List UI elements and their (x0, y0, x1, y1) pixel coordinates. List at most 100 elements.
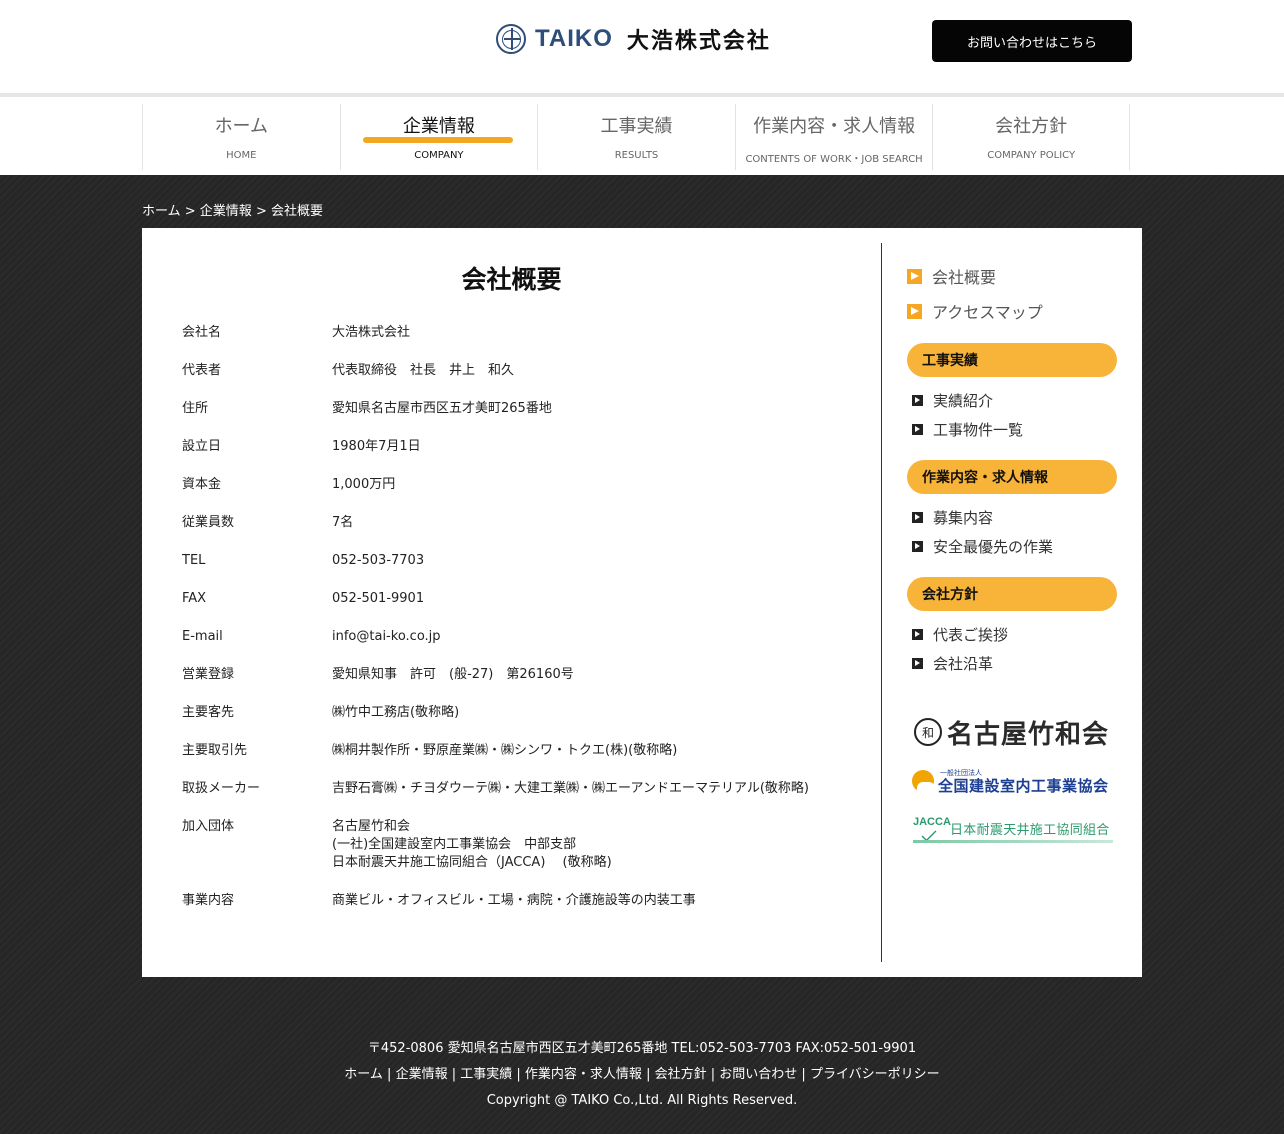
badge-text: 日本耐震天井施工協同組合 (950, 823, 1110, 838)
nav-item-company[interactable]: 企業情報 COMPANY (339, 104, 538, 170)
sidebar-link-label: 会社沿革 (933, 654, 994, 673)
nav-item-policy[interactable]: 会社方針 COMPANY POLICY (932, 104, 1130, 170)
row-value-line: (一社)全国建設室内工事業協会 中部支部 (332, 837, 577, 852)
row-key: 設立日 (182, 439, 222, 454)
table-row: 従業員数 7名 (182, 514, 862, 532)
breadcrumb-separator: > (180, 204, 200, 219)
row-key: E-mail (182, 629, 223, 644)
contact-button[interactable]: お問い合わせはこちら (932, 20, 1132, 62)
footer-separator: | (706, 1067, 720, 1082)
row-value-line: 名古屋竹和会 (332, 819, 411, 834)
table-row: 営業登録 愛知県知事 許可 (般-27) 第26160号 (182, 666, 862, 684)
nav-item-work-jobs[interactable]: 作業内容・求人情報 CONTENTS OF WORK・JOB SEARCH (734, 104, 933, 170)
breadcrumb-company[interactable]: 企業情報 (200, 204, 252, 219)
breadcrumb: ホーム > 企業情報 > 会社概要 (142, 200, 323, 219)
row-key: TEL (182, 553, 206, 568)
footer-copyright: Copyright @ TAIKO Co.,Ltd. All Rights Re… (486, 1093, 798, 1108)
sidebar-link-recruitment[interactable]: 募集内容 (912, 507, 993, 527)
row-value: 商業ビル・オフィスビル・工場・病院・介護施設等の内装工事 (332, 893, 696, 908)
table-row: 取扱メーカー 吉野石膏㈱・チヨダウーテ㈱・大建工業㈱・㈱エーアンドエーマテリアル(… (182, 780, 862, 798)
badge-text: 名古屋竹和会 (947, 719, 1110, 750)
footer-link-contact[interactable]: お問い合わせ (719, 1067, 797, 1082)
sidebar-link-label: 工事物件一覧 (933, 420, 1024, 439)
row-value: 愛知県名古屋市西区五才美町265番地 (332, 401, 552, 416)
table-row: 設立日 1980年7月1日 (182, 438, 862, 456)
row-key: 主要取引先 (182, 743, 248, 758)
nav-label: 工事実績 (600, 116, 673, 137)
nav-sublabel: CONTENTS OF WORK・JOB SEARCH (745, 154, 923, 165)
sidebar-link-history[interactable]: 会社沿革 (912, 653, 993, 673)
vertical-divider (881, 243, 882, 962)
sidebar-link-access-map[interactable]: アクセスマップ (907, 300, 1043, 322)
row-value-multiline: 名古屋竹和会 (一社)全国建設室内工事業協会 中部支部 日本耐震天井施工協同組合… (332, 818, 862, 872)
row-value: 1980年7月1日 (332, 439, 421, 454)
row-value-email[interactable]: info@tai-ko.co.jp (332, 628, 862, 646)
row-key: 従業員数 (182, 515, 235, 530)
row-key: 営業登録 (182, 667, 235, 682)
footer-link-results[interactable]: 工事実績 (460, 1067, 512, 1082)
arrow-square-icon (912, 540, 923, 552)
row-value: 052-501-9901 (332, 591, 425, 606)
footer-separator: | (797, 1067, 810, 1082)
nagoya-chikuwakai-logo[interactable]: 和 名古屋竹和会 (914, 714, 1109, 750)
row-value: 愛知県知事 許可 (般-27) 第26160号 (332, 667, 574, 682)
footer-link-policy[interactable]: 会社方針 (655, 1067, 707, 1082)
arrow-square-icon (912, 423, 923, 435)
active-underline (362, 137, 513, 143)
row-key: 会社名 (182, 325, 222, 340)
sidebar-heading-policy: 会社方針 (907, 577, 1117, 611)
table-row: 主要取引先 ㈱桐井製作所・野原産業㈱・㈱シンワ・トクエ(株)(敬称略) (182, 742, 862, 760)
chikuwakai-mark-icon: 和 (914, 718, 942, 746)
site-footer: 〒452-0806 愛知県名古屋市西区五才美町265番地 TEL:052-503… (0, 1040, 1284, 1118)
arrow-square-icon (912, 628, 923, 640)
footer-separator: | (512, 1067, 525, 1082)
row-key: 取扱メーカー (182, 781, 261, 796)
arrow-square-icon (912, 511, 923, 523)
row-key: 加入団体 (182, 819, 235, 834)
table-row: 事業内容 商業ビル・オフィスビル・工場・病院・介護施設等の内装工事 (182, 892, 862, 910)
sidebar-link-results-intro[interactable]: 実績紹介 (912, 390, 993, 410)
nav-item-results[interactable]: 工事実績 RESULTS (537, 104, 735, 170)
table-row: 加入団体 名古屋竹和会 (一社)全国建設室内工事業協会 中部支部 日本耐震天井施… (182, 818, 862, 872)
footer-separator: | (641, 1067, 655, 1082)
footer-address: 〒452-0806 愛知県名古屋市西区五才美町265番地 TEL:052-503… (367, 1041, 917, 1056)
global-nav: ホーム HOME 企業情報 COMPANY 工事実績 RESULTS 作業内容・… (0, 93, 1284, 175)
badge-text: 全国建設室内工事業協会 (938, 777, 1109, 795)
table-row: 資本金 1,000万円 (182, 476, 862, 494)
sidebar-link-safety[interactable]: 安全最優先の作業 (912, 536, 1053, 556)
site-logo[interactable]: TAIKO 大浩株式会社 (496, 22, 771, 56)
sidebar-link-greeting[interactable]: 代表ご挨拶 (912, 624, 1008, 644)
row-value: ㈱桐井製作所・野原産業㈱・㈱シンワ・トクエ(株)(敬称略) (332, 743, 678, 758)
sidebar-heading-results: 工事実績 (907, 343, 1117, 377)
footer-link-work-jobs[interactable]: 作業内容・求人情報 (525, 1067, 642, 1082)
interior-association-logo[interactable]: 一般社団法人 全国建設室内工事業協会 (912, 768, 1112, 798)
breadcrumb-home[interactable]: ホーム (142, 204, 181, 219)
table-row: 主要客先 ㈱竹中工務店(敬称略) (182, 704, 862, 722)
row-key: 住所 (182, 401, 209, 416)
breadcrumb-separator: > (251, 204, 271, 219)
nav-label: 企業情報 (402, 116, 475, 137)
footer-separator: | (447, 1067, 461, 1082)
sidebar-link-label: 代表ご挨拶 (933, 625, 1009, 644)
table-row: 会社名 大浩株式会社 (182, 324, 862, 342)
nav-label: 会社方針 (995, 116, 1068, 137)
row-value: 7名 (332, 515, 354, 530)
row-value: 1,000万円 (332, 477, 396, 492)
footer-link-company[interactable]: 企業情報 (396, 1067, 448, 1082)
nav-item-home[interactable]: ホーム HOME (142, 104, 340, 170)
nav-sublabel: HOME (226, 150, 257, 161)
jacca-logo[interactable]: JACCA 日本耐震天井施工協同組合 (913, 816, 1113, 846)
row-key: 事業内容 (182, 893, 235, 908)
sidebar-link-label: アクセスマップ (932, 303, 1043, 322)
sidebar-link-overview[interactable]: 会社概要 (907, 265, 996, 287)
row-value-line: 日本耐震天井施工協同組合（JACCA) (敬称略) (332, 855, 612, 870)
table-row: 住所 愛知県名古屋市西区五才美町265番地 (182, 400, 862, 418)
row-key: 主要客先 (182, 705, 235, 720)
row-value: ㈱竹中工務店(敬称略) (332, 705, 460, 720)
footer-link-home[interactable]: ホーム (344, 1067, 383, 1082)
breadcrumb-current: 会社概要 (270, 204, 323, 219)
table-row: TEL 052-503-7703 (182, 552, 862, 570)
sidebar-link-project-list[interactable]: 工事物件一覧 (912, 419, 1023, 439)
footer-link-privacy[interactable]: プライバシーポリシー (810, 1067, 940, 1082)
logo-text-jp: 大浩株式会社 (626, 28, 771, 54)
